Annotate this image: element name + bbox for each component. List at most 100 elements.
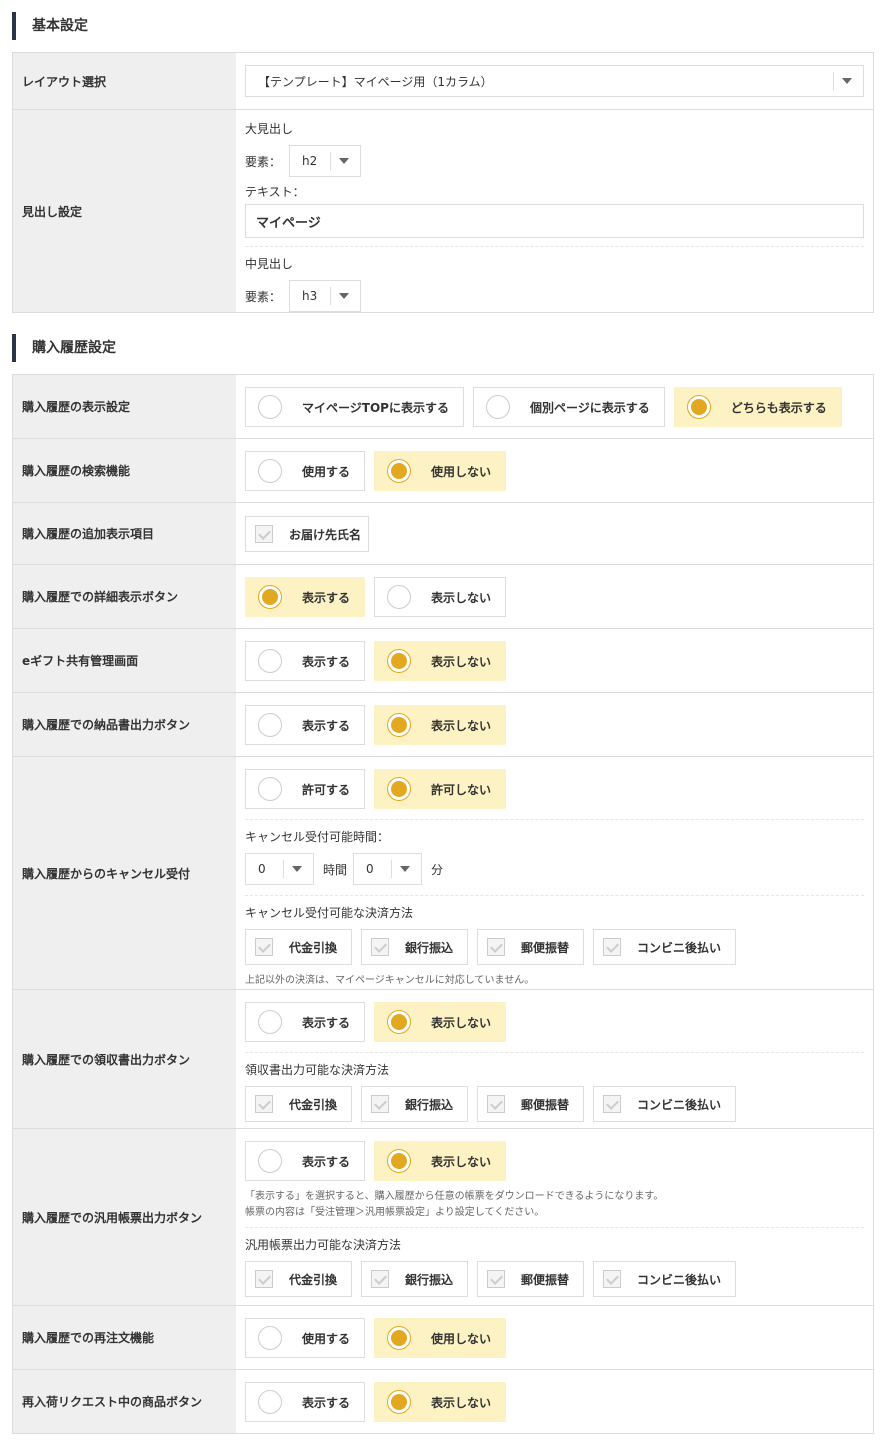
chevron-down-icon	[283, 860, 313, 878]
chevron-down-icon	[833, 72, 863, 90]
radio-cancel-deny[interactable]: 許可しない	[374, 769, 507, 809]
radio-receipt-show[interactable]: 表示する	[245, 1002, 366, 1042]
radio-icon	[258, 1149, 282, 1173]
radio-icon	[258, 1010, 282, 1034]
restock-label: 再入荷リクエスト中の商品ボタン	[13, 1370, 236, 1433]
row-additional: 購入履歴の追加表示項目 お届け先氏名	[13, 503, 873, 565]
mid-element-value: h3	[302, 289, 318, 303]
radio-icon	[258, 585, 282, 609]
option-label: 表示しない	[431, 718, 492, 733]
checkbox-convenience[interactable]: コンビニ後払い	[593, 929, 737, 965]
minutes-unit: 分	[431, 862, 444, 877]
general-note-2: 帳票の内容は「受注管理＞汎用帳票設定」より設定してください。	[245, 1207, 545, 1218]
cancel-methods-label: キャンセル受付可能な決済方法	[245, 906, 414, 920]
radio-detail-hide[interactable]: 表示しない	[374, 577, 507, 617]
cancel-hours-select[interactable]: 0	[245, 853, 314, 885]
checkbox-label: コンビニ後払い	[637, 940, 722, 955]
general-methods-label: 汎用帳票出力可能な決済方法	[245, 1238, 402, 1252]
large-heading-label: 大見出し	[245, 122, 294, 136]
radio-reorder-use[interactable]: 使用する	[245, 1318, 366, 1358]
option-label: 許可する	[302, 782, 351, 797]
radio-egift-hide[interactable]: 表示しない	[374, 641, 507, 681]
radio-display-individual[interactable]: 個別ページに表示する	[472, 387, 665, 427]
cancel-label: 購入履歴からのキャンセル受付	[13, 757, 236, 989]
large-element-label: 要素：	[245, 154, 282, 169]
row-receipt: 購入履歴での領収書出力ボタン 表示する 表示しない 領収書出力可能な決済方法 代…	[13, 990, 873, 1129]
checkbox-bank[interactable]: 銀行振込	[361, 929, 469, 965]
layout-select[interactable]: 【テンプレート】マイページ用（1カラム）	[245, 65, 864, 97]
option-label: 使用しない	[431, 464, 492, 479]
check-icon	[255, 1095, 273, 1113]
radio-display-top[interactable]: マイページTOPに表示する	[245, 387, 464, 427]
radio-restock-hide[interactable]: 表示しない	[374, 1382, 507, 1422]
check-icon	[371, 1270, 390, 1288]
radio-cancel-allow[interactable]: 許可する	[245, 769, 366, 809]
check-icon	[371, 938, 390, 956]
checkbox-cod[interactable]: 代金引換	[245, 929, 353, 965]
radio-delivery-show[interactable]: 表示する	[245, 705, 366, 745]
reorder-label: 購入履歴での再注文機能	[13, 1306, 236, 1369]
large-element-value: h2	[302, 154, 318, 168]
checkbox-postal[interactable]: 郵便振替	[477, 1086, 585, 1122]
checkbox-label: お届け先氏名	[289, 527, 362, 542]
option-label: 表示しない	[431, 590, 492, 605]
row-cancel: 購入履歴からのキャンセル受付 許可する 許可しない キャンセル受付可能時間： 0…	[13, 757, 873, 990]
check-icon	[487, 1270, 506, 1288]
radio-display-both[interactable]: どちらも表示する	[673, 387, 842, 427]
check-icon	[371, 1095, 390, 1113]
radio-detail-show[interactable]: 表示する	[245, 577, 366, 617]
radio-icon	[387, 1390, 412, 1414]
radio-restock-show[interactable]: 表示する	[245, 1382, 366, 1422]
minutes-value: 0	[366, 862, 374, 876]
radio-search-use[interactable]: 使用する	[245, 451, 366, 491]
large-heading-text-input[interactable]: マイページ	[245, 204, 864, 238]
checkbox-cod[interactable]: 代金引換	[245, 1086, 353, 1122]
radio-icon	[686, 395, 711, 419]
option-label: 表示しない	[431, 1395, 492, 1410]
radio-icon	[387, 1326, 412, 1350]
receipt-methods-label: 領収書出力可能な決済方法	[245, 1063, 390, 1077]
radio-icon	[258, 713, 282, 737]
radio-search-nouse[interactable]: 使用しない	[374, 451, 507, 491]
check-icon	[603, 1095, 622, 1113]
checkbox-label: コンビニ後払い	[637, 1272, 722, 1287]
check-icon	[487, 1095, 506, 1113]
radio-icon	[485, 395, 510, 419]
checkbox-cod[interactable]: 代金引換	[245, 1261, 353, 1297]
checkbox-bank[interactable]: 銀行振込	[361, 1086, 469, 1122]
section-title-history: 購入履歴設定	[12, 334, 116, 362]
radio-receipt-hide[interactable]: 表示しない	[374, 1002, 507, 1042]
checkbox-convenience[interactable]: コンビニ後払い	[593, 1086, 737, 1122]
large-element-select[interactable]: h2	[289, 145, 362, 177]
check-icon	[255, 525, 273, 543]
radio-general-show[interactable]: 表示する	[245, 1141, 366, 1181]
radio-icon	[258, 1326, 282, 1350]
checkbox-postal[interactable]: 郵便振替	[477, 1261, 585, 1297]
radio-icon	[387, 713, 412, 737]
general-form-label: 購入履歴での汎用帳票出力ボタン	[13, 1129, 236, 1305]
mid-element-select[interactable]: h3	[289, 280, 362, 312]
option-label: 使用する	[302, 464, 351, 479]
general-note-1: 「表示する」を選択すると、購入履歴から任意の帳票をダウンロードできるようになりま…	[245, 1191, 664, 1202]
checkbox-convenience[interactable]: コンビニ後払い	[593, 1261, 737, 1297]
option-label: 使用する	[302, 1331, 351, 1346]
checkbox-postal[interactable]: 郵便振替	[477, 929, 585, 965]
checkbox-recipient-name[interactable]: お届け先氏名	[245, 516, 369, 552]
checkbox-label: 郵便振替	[521, 1272, 570, 1287]
cancel-time-label: キャンセル受付可能時間：	[245, 830, 390, 844]
option-label: マイページTOPに表示する	[302, 400, 449, 415]
radio-general-hide[interactable]: 表示しない	[374, 1141, 507, 1181]
check-icon	[603, 938, 622, 956]
checkbox-bank[interactable]: 銀行振込	[361, 1261, 469, 1297]
radio-delivery-hide[interactable]: 表示しない	[374, 705, 507, 745]
cancel-minutes-select[interactable]: 0	[353, 853, 423, 885]
mid-element-label: 要素：	[245, 289, 282, 304]
radio-icon	[387, 649, 412, 673]
row-restock: 再入荷リクエスト中の商品ボタン 表示する 表示しない	[13, 1370, 873, 1434]
option-label: 許可しない	[431, 782, 492, 797]
radio-reorder-nouse[interactable]: 使用しない	[374, 1318, 507, 1358]
check-icon	[255, 938, 273, 956]
radio-egift-show[interactable]: 表示する	[245, 641, 366, 681]
radio-icon	[258, 777, 282, 801]
egift-label: eギフト共有管理画面	[13, 629, 236, 692]
